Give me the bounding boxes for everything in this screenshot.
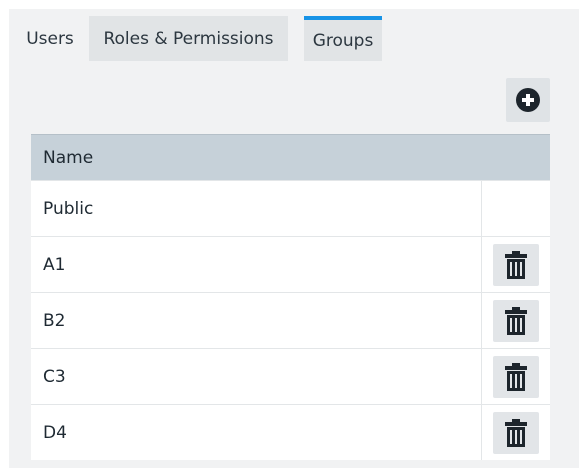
- plus-circle-icon: [516, 88, 540, 112]
- delete-group-button[interactable]: [493, 299, 539, 342]
- group-name-cell: B2: [31, 293, 482, 348]
- tab-groups[interactable]: Groups: [304, 16, 382, 61]
- table-row[interactable]: B2: [31, 292, 550, 348]
- table-row[interactable]: C3: [31, 348, 550, 404]
- table-header: Name: [31, 134, 550, 180]
- group-name: B2: [43, 310, 66, 331]
- group-name: C3: [43, 366, 66, 387]
- row-actions: [482, 405, 550, 460]
- row-actions: [482, 181, 550, 236]
- row-actions: [482, 349, 550, 404]
- group-name-cell: C3: [31, 349, 482, 404]
- delete-group-button[interactable]: [493, 411, 539, 454]
- group-name: A1: [43, 254, 66, 275]
- table-row[interactable]: Public: [31, 180, 550, 236]
- trash-icon: [505, 250, 527, 279]
- delete-group-button[interactable]: [493, 243, 539, 286]
- row-actions: [482, 237, 550, 292]
- groups-table: Name Public A1 B2 C3 D4: [31, 134, 550, 460]
- group-name-cell: A1: [31, 237, 482, 292]
- tab-users[interactable]: Users: [16, 16, 84, 61]
- tab-roles-label: Roles & Permissions: [103, 28, 274, 49]
- row-actions: [482, 293, 550, 348]
- tab-users-label: Users: [26, 28, 74, 49]
- table-row[interactable]: D4: [31, 404, 550, 460]
- tab-roles-permissions[interactable]: Roles & Permissions: [89, 16, 288, 61]
- delete-group-button[interactable]: [493, 355, 539, 398]
- trash-icon: [505, 306, 527, 335]
- tab-groups-label: Groups: [312, 30, 374, 51]
- trash-icon: [505, 418, 527, 447]
- trash-icon: [505, 362, 527, 391]
- group-name-cell: Public: [31, 181, 482, 236]
- group-name-cell: D4: [31, 405, 482, 460]
- add-group-button[interactable]: [506, 78, 550, 122]
- group-name: Public: [43, 198, 94, 219]
- group-name: D4: [43, 422, 67, 443]
- table-row[interactable]: A1: [31, 236, 550, 292]
- column-header-name: Name: [43, 147, 94, 168]
